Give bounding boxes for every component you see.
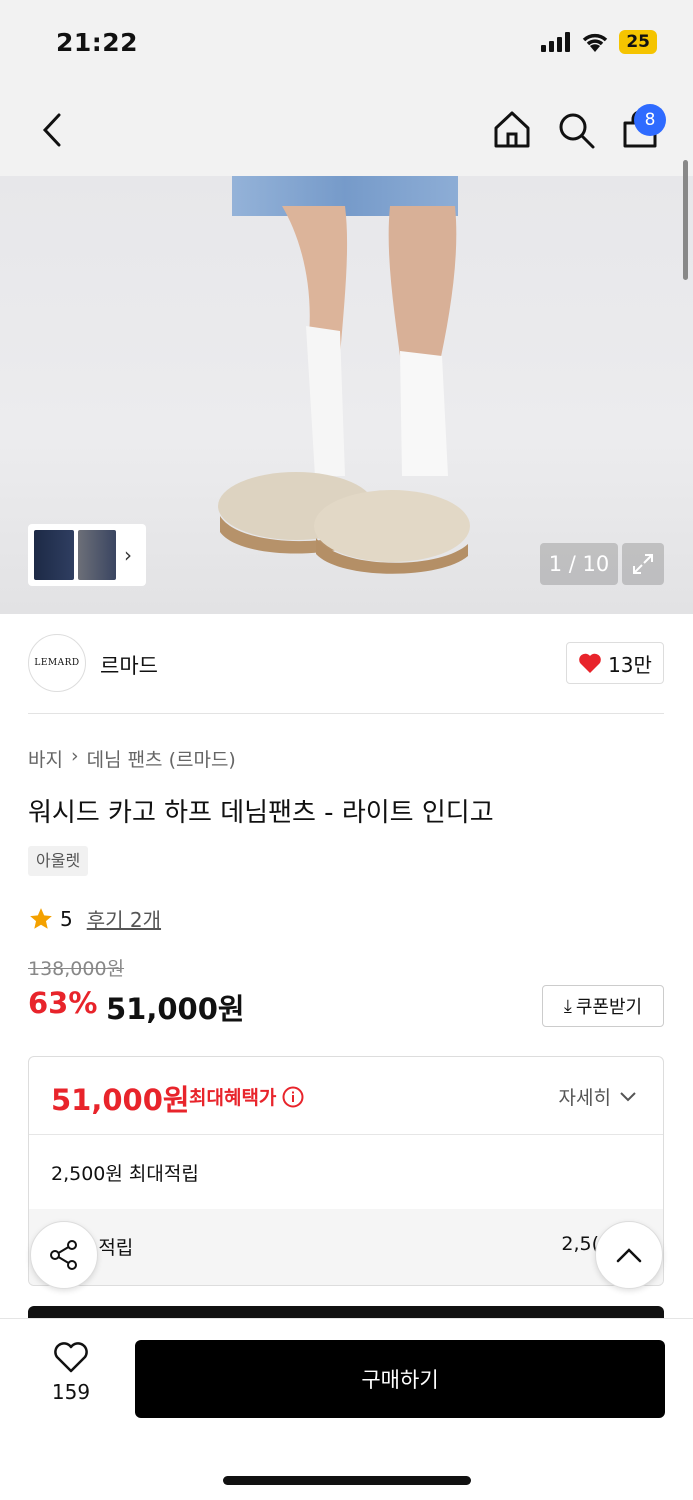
breadcrumb-category[interactable]: 바지: [28, 745, 63, 772]
status-time: 21:22: [56, 28, 139, 57]
home-button[interactable]: [490, 108, 534, 152]
brand-like-button[interactable]: 13만: [566, 642, 664, 684]
discount-rate: 63%: [28, 986, 98, 1020]
rating-score: 5: [60, 906, 73, 931]
rating: 5 후기 2개: [28, 904, 161, 933]
chevron-left-icon: [42, 113, 61, 147]
benefit-detail-label: 자세히: [558, 1087, 611, 1109]
benefit-box: 51,000원 최대혜택가 자세히 2,500원 최대적립 l 적립 2,5(: [28, 1056, 664, 1286]
outlet-tag: 아울렛: [28, 846, 89, 876]
chevron-up-icon: [616, 1248, 642, 1263]
info-icon[interactable]: [282, 1086, 304, 1108]
search-button[interactable]: [554, 108, 598, 152]
signal-icon: [541, 32, 571, 52]
heart-outline-icon: [54, 1342, 88, 1373]
thumbnail-2[interactable]: [78, 530, 116, 580]
battery-level: 25: [619, 30, 657, 54]
scroll-top-button[interactable]: [595, 1221, 663, 1289]
download-icon: ⤓: [563, 995, 572, 1017]
points-summary: 2,500원 최대적립: [51, 1163, 199, 1185]
heart-filled-icon: [579, 653, 601, 673]
image-counter: 1 / 10: [540, 543, 618, 585]
cart-count-badge: 8: [634, 104, 666, 136]
chevron-down-icon: [620, 1091, 636, 1101]
back-button[interactable]: [32, 108, 72, 152]
max-benefit-label: 최대혜택가: [189, 1083, 304, 1110]
expand-button[interactable]: [622, 543, 664, 585]
status-icons: 25: [541, 30, 657, 54]
review-link[interactable]: 후기 2개: [87, 904, 161, 933]
max-benefit-price: 51,000원: [51, 1083, 190, 1117]
sale-price: 51,000원: [106, 992, 245, 1026]
thumbnail-strip[interactable]: ›: [28, 524, 146, 586]
coupon-label: 쿠폰받기: [575, 997, 643, 1018]
wifi-icon: [583, 33, 608, 52]
expand-icon: [633, 554, 653, 574]
points-row-value: 2,5(: [561, 1233, 599, 1255]
max-benefit-label-text: 최대혜택가: [189, 1087, 277, 1109]
brand-name[interactable]: 르마드: [100, 650, 158, 680]
breadcrumb-sub-category[interactable]: 데님 팬츠 (르마드): [87, 745, 236, 772]
chevron-right-icon: ›: [124, 543, 132, 567]
home-icon: [494, 111, 530, 148]
benefit-header[interactable]: 51,000원 최대혜택가 자세히: [29, 1057, 663, 1135]
wishlist-button[interactable]: 159: [40, 1342, 102, 1412]
search-icon: [559, 113, 595, 149]
wishlist-count: 159: [51, 1380, 91, 1404]
divider: [28, 713, 664, 714]
share-icon: [50, 1240, 77, 1270]
benefit-detail-toggle[interactable]: 자세히: [559, 1083, 637, 1110]
breadcrumb: 바지 › 데님 팬츠 (르마드): [28, 745, 236, 772]
star-icon: [30, 907, 52, 929]
home-indicator[interactable]: [223, 1476, 471, 1485]
coupon-button[interactable]: ⤓ 쿠폰받기: [542, 985, 664, 1027]
brand-logo[interactable]: LEMARD: [28, 634, 86, 692]
original-price: 138,000원: [28, 958, 125, 980]
share-button[interactable]: [30, 1221, 98, 1289]
scroll-indicator[interactable]: [683, 160, 688, 280]
buy-button[interactable]: 구매하기: [135, 1340, 665, 1418]
brand-like-count: 13만: [608, 652, 652, 677]
product-title: 워시드 카고 하프 데님팬츠 - 라이트 인디고: [28, 798, 494, 828]
points-row: l 적립 2,5(: [29, 1209, 663, 1285]
thumbnail-1[interactable]: [34, 530, 74, 580]
breadcrumb-separator-icon: ›: [70, 745, 79, 767]
